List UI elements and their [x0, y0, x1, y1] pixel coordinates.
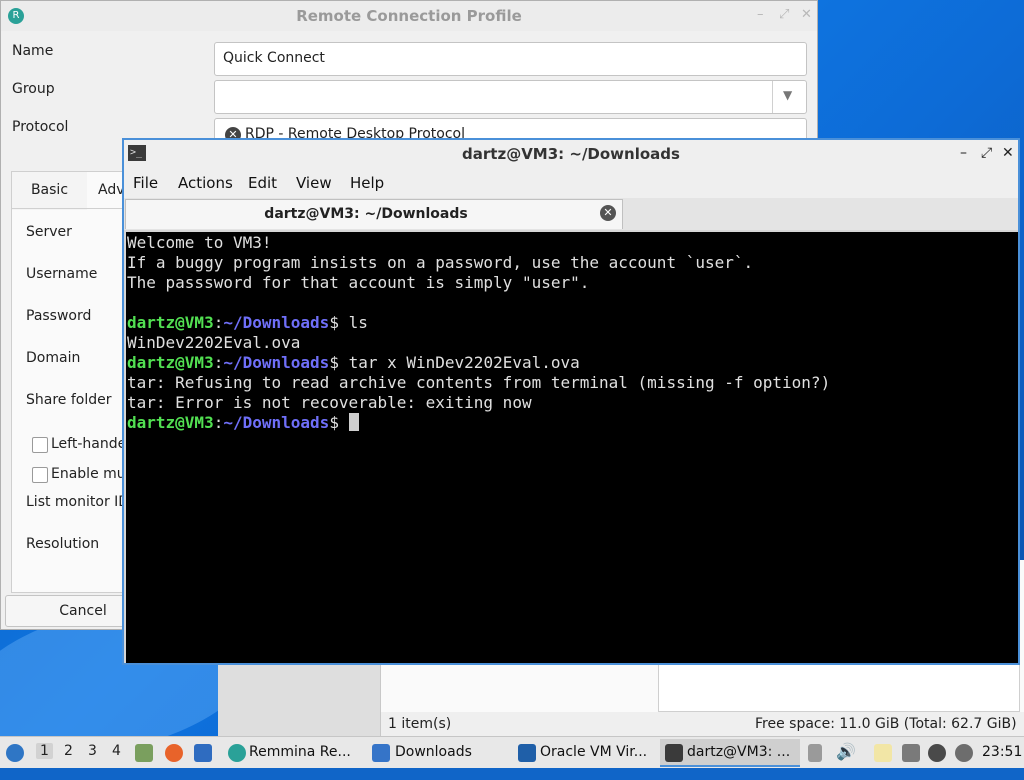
folder-icon: [372, 744, 390, 762]
group-label: Group: [12, 81, 55, 97]
resolution-label: Resolution: [26, 536, 100, 552]
group-combo[interactable]: ▼: [214, 80, 807, 114]
terminal-line: The passsword for that account is simply…: [127, 273, 590, 292]
prompt-line: dartz@VM3:~/Downloads$ ls: [127, 313, 368, 332]
info-icon[interactable]: [928, 744, 946, 762]
maximize-icon[interactable]: ⤢: [981, 145, 992, 161]
workspace-2[interactable]: 2: [64, 743, 73, 759]
cursor: [348, 413, 359, 431]
terminal-tabbar: dartz@VM3: ~/Downloads ✕: [124, 198, 1018, 230]
terminal-title: dartz@VM3: ~/Downloads: [462, 145, 680, 163]
tab-advanced[interactable]: Adv: [98, 172, 125, 208]
free-space: Free space: 11.0 GiB (Total: 62.7 GiB): [755, 716, 1017, 732]
menu-help[interactable]: Help: [350, 174, 384, 192]
terminal-line: Welcome to VM3!: [127, 233, 272, 252]
username-label: Username: [26, 266, 98, 282]
close-icon[interactable]: ✕: [801, 7, 812, 22]
maximize-icon[interactable]: ⤢: [779, 7, 789, 22]
terminal-tab-title: dartz@VM3: ~/Downloads: [264, 206, 468, 222]
domain-label: Domain: [26, 350, 81, 366]
terminal-icon: [665, 744, 683, 762]
remmina-titlebar[interactable]: R Remote Connection Profile – ⤢ ✕: [1, 1, 817, 31]
clipboard-icon[interactable]: [808, 744, 822, 762]
menu-edit[interactable]: Edit: [248, 174, 277, 192]
clock[interactable]: 23:51: [982, 744, 1022, 760]
task-oracle-vm[interactable]: Oracle VM Vir...: [512, 739, 654, 767]
network-icon[interactable]: [902, 744, 920, 762]
menu-file[interactable]: File: [133, 174, 158, 192]
terminal-titlebar[interactable]: >_ dartz@VM3: ~/Downloads – ⤢ ✕: [124, 140, 1018, 168]
notes-icon[interactable]: [874, 744, 892, 762]
workspace-1[interactable]: 1: [36, 743, 53, 759]
terminal-line: tar: Error is not recoverable: exiting n…: [127, 393, 532, 412]
server-label: Server: [26, 224, 72, 240]
settings-icon[interactable]: [955, 744, 973, 762]
list-monitor-label: List monitor ID: [26, 494, 130, 510]
protocol-label: Protocol: [12, 119, 69, 135]
enable-multi-checkbox[interactable]: [32, 467, 48, 483]
terminal-window: >_ dartz@VM3: ~/Downloads – ⤢ ✕ File Act…: [122, 138, 1020, 665]
taskbar: 1 2 3 4 Remmina Re... Downloads Oracle V…: [0, 736, 1024, 768]
close-icon[interactable]: ✕: [1002, 145, 1014, 161]
terminal-menubar: File Actions Edit View Help: [124, 168, 1018, 198]
firefox-icon[interactable]: [165, 744, 183, 762]
tab-basic[interactable]: Basic: [12, 172, 87, 210]
terminal-tab[interactable]: dartz@VM3: ~/Downloads ✕: [125, 199, 623, 229]
name-value: Quick Connect: [223, 50, 325, 66]
left-handed-checkbox[interactable]: [32, 437, 48, 453]
prompt-line: dartz@VM3:~/Downloads$: [127, 413, 359, 433]
file-manager-launcher-icon[interactable]: [135, 744, 153, 762]
share-folder-label: Share folder: [26, 392, 112, 408]
terminal-screen[interactable]: Welcome to VM3! If a buggy program insis…: [126, 232, 1018, 663]
tab-close-icon[interactable]: ✕: [600, 205, 616, 221]
show-desktop-icon[interactable]: [194, 744, 212, 762]
terminal-line: tar: Refusing to read archive contents f…: [127, 373, 831, 392]
file-manager-statusbar: 1 item(s) Free space: 11.0 GiB (Total: 6…: [381, 712, 1024, 736]
left-handed-label: Left-hande: [51, 436, 127, 452]
prompt-line: dartz@VM3:~/Downloads$ tar x WinDev2202E…: [127, 353, 580, 372]
terminal-line: WinDev2202Eval.ova: [127, 333, 301, 352]
name-field[interactable]: Quick Connect: [214, 42, 807, 76]
chevron-down-icon[interactable]: ▼: [783, 88, 792, 102]
minimize-icon[interactable]: –: [960, 145, 967, 161]
volume-icon[interactable]: 🔊: [836, 742, 856, 761]
name-label: Name: [12, 43, 54, 59]
task-downloads[interactable]: Downloads: [366, 739, 506, 767]
remmina-icon: [228, 744, 246, 762]
task-terminal[interactable]: dartz@VM3: ...: [660, 739, 800, 767]
enable-multi-label: Enable mul: [51, 466, 130, 482]
virtualbox-icon: [518, 744, 536, 762]
menu-view[interactable]: View: [296, 174, 332, 192]
password-label: Password: [26, 308, 92, 324]
workspace-3[interactable]: 3: [88, 743, 97, 759]
task-remmina[interactable]: Remmina Re...: [222, 739, 362, 767]
workspace-4[interactable]: 4: [112, 743, 121, 759]
start-menu-icon[interactable]: [6, 744, 24, 762]
menu-actions[interactable]: Actions: [178, 174, 233, 192]
terminal-line: If a buggy program insists on a password…: [127, 253, 754, 272]
remmina-title: Remote Connection Profile: [296, 7, 522, 25]
item-count: 1 item(s): [388, 716, 452, 732]
file-manager-panel: [658, 660, 1020, 712]
minimize-icon[interactable]: –: [757, 7, 764, 22]
